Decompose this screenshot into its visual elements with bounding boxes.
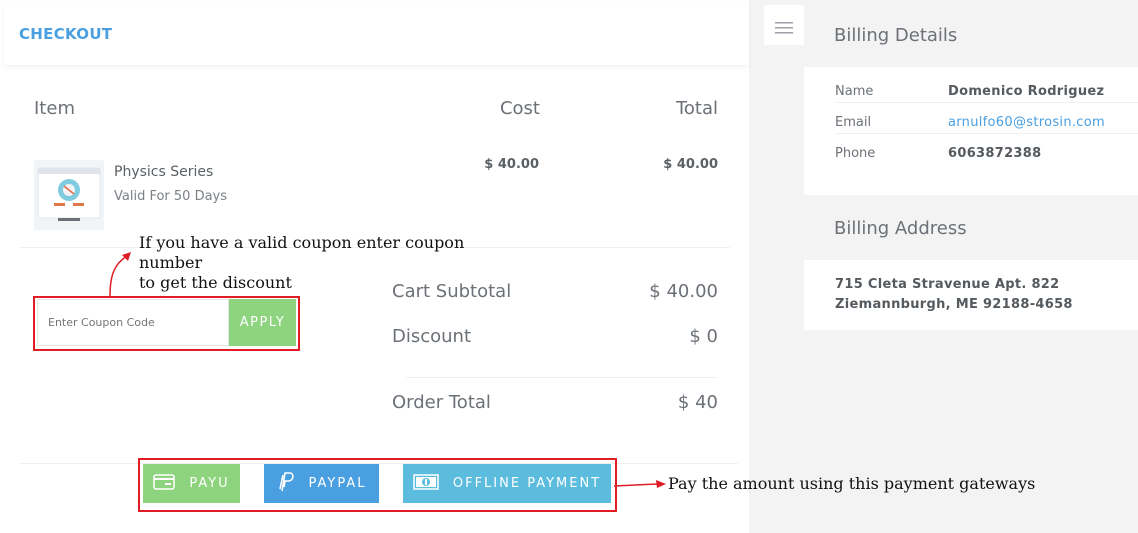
offline-payment-button[interactable]: OFFLINE PAYMENT bbox=[403, 464, 611, 503]
payment-annotation-arrow bbox=[613, 480, 666, 488]
cart-subtotal-value: $ 40.00 bbox=[649, 281, 718, 302]
hamburger-icon bbox=[775, 19, 793, 38]
coupon-annotation-arrow bbox=[109, 252, 131, 297]
offline-payment-label: OFFLINE PAYMENT bbox=[452, 476, 602, 491]
billing-address-line2: Ziemannburgh, ME 92188-4658 bbox=[835, 297, 1073, 312]
product-validity: Valid For 50 Days bbox=[114, 189, 228, 204]
sidebar-toggle-button[interactable] bbox=[764, 5, 804, 45]
cart-subtotal-label: Cart Subtotal bbox=[392, 281, 512, 302]
product-cost: $ 40.00 bbox=[484, 157, 539, 172]
payu-button[interactable]: PAYU bbox=[143, 464, 240, 503]
discount-label: Discount bbox=[392, 326, 472, 347]
credit-card-icon bbox=[153, 473, 176, 494]
billing-email-link[interactable]: arnulfo60@strosin.com bbox=[948, 115, 1105, 130]
product-name: Physics Series bbox=[114, 164, 214, 180]
discount-value: $ 0 bbox=[689, 326, 718, 347]
paypal-icon bbox=[277, 471, 295, 497]
checkout-header bbox=[4, 5, 749, 65]
billing-row-divider bbox=[835, 102, 1138, 103]
coupon-annotation-line1: If you have a valid coupon enter coupon … bbox=[139, 233, 465, 272]
column-header-total: Total bbox=[675, 98, 718, 119]
product-thumbnail bbox=[34, 160, 104, 230]
apply-coupon-button[interactable]: APPLY bbox=[229, 299, 296, 346]
billing-name-value: Domenico Rodriguez bbox=[948, 84, 1105, 99]
billing-phone-label: Phone bbox=[835, 146, 876, 161]
summary-divider bbox=[406, 377, 718, 378]
payment-annotation-text: Pay the amount using this payment gatewa… bbox=[668, 474, 1036, 493]
payu-label: PAYU bbox=[189, 476, 230, 491]
column-header-item: Item bbox=[34, 98, 75, 119]
coupon-code-input[interactable] bbox=[37, 299, 229, 346]
billing-row-divider bbox=[835, 133, 1138, 134]
billing-name-label: Name bbox=[835, 84, 874, 99]
paypal-button[interactable]: PAYPAL bbox=[264, 464, 379, 503]
page-title: CHECKOUT bbox=[19, 25, 113, 43]
billing-phone-value: 6063872388 bbox=[948, 146, 1042, 161]
paypal-label: PAYPAL bbox=[308, 476, 367, 491]
column-header-cost: Cost bbox=[499, 98, 540, 119]
order-total-value: $ 40 bbox=[677, 392, 718, 413]
order-total-label: Order Total bbox=[392, 392, 491, 413]
product-total: $ 40.00 bbox=[663, 157, 718, 172]
billing-email-label: Email bbox=[835, 115, 872, 130]
cash-icon bbox=[413, 473, 439, 494]
billing-address-title: Billing Address bbox=[834, 218, 967, 239]
billing-address-line1: 715 Cleta Stravenue Apt. 822 bbox=[835, 277, 1060, 292]
billing-details-title: Billing Details bbox=[834, 25, 958, 46]
